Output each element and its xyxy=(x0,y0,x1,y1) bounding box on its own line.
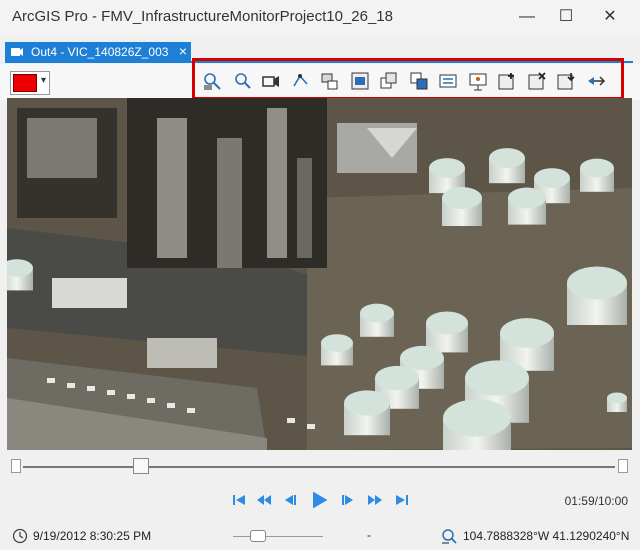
color-swatch xyxy=(13,74,37,92)
timeline-track xyxy=(23,466,615,468)
play-icon[interactable] xyxy=(307,488,331,512)
rewind-icon[interactable] xyxy=(254,490,274,510)
maximize-button[interactable]: ☐ xyxy=(553,6,579,28)
minimize-button[interactable]: — xyxy=(514,6,540,28)
coordinates-readout: 104.7888328°W 41.1290240°N xyxy=(463,529,630,543)
separator-dash: - xyxy=(367,528,371,542)
tab-close-icon[interactable]: × xyxy=(179,43,187,59)
map-track-icon[interactable] xyxy=(290,70,312,92)
bookmark-remove-icon[interactable] xyxy=(526,70,548,92)
search-frame-icon[interactable] xyxy=(231,70,253,92)
clock-icon xyxy=(12,528,28,544)
timeline-start-handle[interactable] xyxy=(11,459,21,473)
playback-rate-track xyxy=(233,536,323,537)
measure-icon[interactable] xyxy=(585,70,607,92)
timeline-slider[interactable] xyxy=(7,456,632,478)
coordinate-icon xyxy=(442,529,457,544)
export-frames-icon[interactable] xyxy=(349,70,371,92)
close-button[interactable]: ✕ xyxy=(597,6,623,28)
playback-time: 01:59/10:00 xyxy=(564,494,628,508)
frame-export-icon[interactable] xyxy=(319,70,341,92)
skip-start-icon[interactable] xyxy=(229,490,249,510)
fmv-video-icon xyxy=(11,48,23,56)
tab-label: Out4 - VIC_140826Z_003 xyxy=(31,45,169,59)
step-back-icon[interactable] xyxy=(279,490,299,510)
multi-frame-icon[interactable] xyxy=(378,70,400,92)
title-bar: ArcGIS Pro - FMV_InfrastructureMonitorPr… xyxy=(0,0,640,34)
frame-link-icon[interactable] xyxy=(408,70,430,92)
playback-rate-thumb[interactable] xyxy=(250,530,266,542)
timeline-thumb[interactable] xyxy=(133,458,150,474)
window-title: ArcGIS Pro - FMV_InfrastructureMonitorPr… xyxy=(12,8,393,25)
status-bar: 9/19/2012 8:30:25 PM - 104.7888328°W 41.… xyxy=(0,522,640,550)
presentation-icon[interactable] xyxy=(467,70,489,92)
frame-timestamp: 9/19/2012 8:30:25 PM xyxy=(33,529,152,543)
timeline-end-handle[interactable] xyxy=(618,459,628,473)
video-list-icon[interactable] xyxy=(437,70,459,92)
tab-video[interactable]: Out4 - VIC_140826Z_003 × xyxy=(5,42,191,62)
video-frame[interactable] xyxy=(7,98,632,450)
skip-end-icon[interactable] xyxy=(392,490,412,510)
fast-forward-icon[interactable] xyxy=(365,490,385,510)
video-camera-icon[interactable] xyxy=(260,70,282,92)
chevron-down-icon: ▾ xyxy=(40,75,46,86)
color-picker[interactable]: ▾ xyxy=(10,71,50,95)
bookmark-add-icon[interactable] xyxy=(496,70,518,92)
step-forward-icon[interactable] xyxy=(339,490,359,510)
zoom-to-frame-icon[interactable] xyxy=(201,70,223,92)
bookmark-import-icon[interactable] xyxy=(555,70,577,92)
